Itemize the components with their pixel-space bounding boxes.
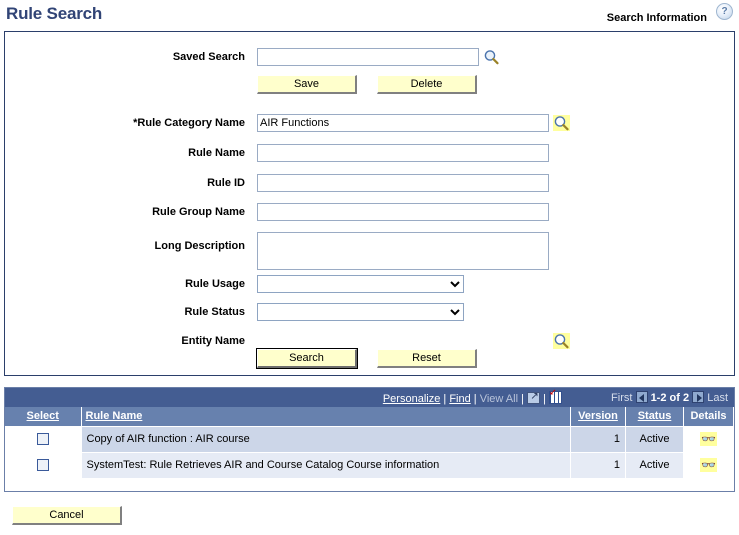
results-table: Select Rule Name Version Status Details … bbox=[5, 407, 734, 479]
page-header: Rule Search Search Information ? bbox=[0, 0, 739, 30]
saved-search-label: Saved Search bbox=[172, 51, 245, 63]
expand-icon[interactable] bbox=[527, 390, 541, 404]
rule-group-name-label: Rule Group Name bbox=[152, 206, 245, 218]
row-version-cell: 1 bbox=[570, 452, 626, 479]
entity-name-label: Entity Name bbox=[181, 335, 245, 347]
previous-page-icon[interactable] bbox=[635, 391, 648, 403]
last-page-label[interactable]: Last bbox=[707, 392, 728, 404]
rule-usage-select[interactable] bbox=[257, 275, 464, 293]
row-select-checkbox[interactable] bbox=[36, 433, 49, 446]
search-information-label: Search Information bbox=[606, 12, 707, 24]
entity-name-lookup-icon[interactable] bbox=[553, 333, 570, 349]
table-header-row: Select Rule Name Version Status Details bbox=[5, 407, 734, 427]
row-details-cell: 👓 bbox=[683, 452, 734, 479]
column-header-rule-name[interactable]: Rule Name bbox=[81, 407, 571, 427]
rule-category-name-input[interactable] bbox=[257, 114, 549, 132]
row-status-cell: Active bbox=[625, 452, 684, 479]
cancel-button[interactable]: Cancel bbox=[12, 506, 122, 525]
rule-name-input[interactable] bbox=[257, 144, 549, 162]
reset-button[interactable]: Reset bbox=[377, 349, 477, 368]
grid-pagination: First 1-2 of 2 Last bbox=[611, 391, 728, 404]
rule-category-name-lookup-icon[interactable] bbox=[553, 115, 570, 131]
nav-separator-1: | bbox=[440, 393, 450, 405]
delete-button[interactable]: Delete bbox=[377, 75, 477, 94]
row-select-checkbox[interactable] bbox=[36, 459, 49, 472]
table-row: SystemTest: Rule Retrieves AIR and Cours… bbox=[5, 452, 734, 479]
row-select-cell bbox=[5, 452, 82, 479]
download-grid-icon[interactable] bbox=[549, 391, 562, 404]
row-details-cell: 👓 bbox=[683, 426, 734, 453]
search-criteria-panel: Saved Search Save Delete *Rule Category … bbox=[4, 31, 735, 376]
search-button[interactable]: Search bbox=[256, 348, 358, 369]
long-description-label: Long Description bbox=[154, 240, 245, 252]
rule-status-label: Rule Status bbox=[184, 306, 245, 318]
help-icon[interactable]: ? bbox=[716, 3, 733, 20]
grid-nav-links: Personalize | Find | View All | | bbox=[383, 390, 562, 405]
next-page-icon[interactable] bbox=[692, 391, 705, 403]
rule-id-label: Rule ID bbox=[207, 177, 245, 189]
rule-status-select[interactable] bbox=[257, 303, 464, 321]
row-rule-name-cell: Copy of AIR function : AIR course bbox=[81, 426, 571, 453]
table-row: Copy of AIR function : AIR course 1 Acti… bbox=[5, 426, 734, 453]
rule-category-name-label: *Rule Category Name bbox=[133, 117, 245, 129]
nav-separator-3: | bbox=[518, 393, 528, 405]
column-header-status[interactable]: Status bbox=[625, 407, 684, 427]
saved-search-lookup-icon[interactable] bbox=[483, 49, 500, 65]
row-status-cell: Active bbox=[625, 426, 684, 453]
rule-group-name-input[interactable] bbox=[257, 203, 549, 221]
saved-search-input[interactable] bbox=[257, 48, 479, 66]
long-description-textarea[interactable] bbox=[257, 232, 549, 270]
nav-separator-4: | bbox=[540, 393, 549, 405]
row-version-cell: 1 bbox=[570, 426, 626, 453]
personalize-link[interactable]: Personalize bbox=[383, 393, 440, 405]
nav-separator-2: | bbox=[470, 393, 480, 405]
page-range-label: 1-2 of 2 bbox=[650, 392, 690, 404]
search-results-grid: Personalize | Find | View All | | First … bbox=[4, 387, 735, 492]
column-header-version[interactable]: Version bbox=[570, 407, 626, 427]
view-all-link[interactable]: View All bbox=[480, 393, 518, 405]
page-title: Rule Search bbox=[6, 4, 103, 23]
row-rule-name-cell: SystemTest: Rule Retrieves AIR and Cours… bbox=[81, 452, 571, 479]
view-details-icon[interactable]: 👓 bbox=[700, 458, 717, 472]
column-header-select[interactable]: Select bbox=[5, 407, 82, 427]
view-details-icon[interactable]: 👓 bbox=[700, 432, 717, 446]
column-header-details: Details bbox=[683, 407, 734, 427]
rule-name-label: Rule Name bbox=[188, 147, 245, 159]
rule-id-input[interactable] bbox=[257, 174, 549, 192]
rule-usage-label: Rule Usage bbox=[185, 278, 245, 290]
row-select-cell bbox=[5, 426, 82, 453]
save-button[interactable]: Save bbox=[257, 75, 357, 94]
grid-toolbar: Personalize | Find | View All | | First … bbox=[5, 388, 734, 407]
find-link[interactable]: Find bbox=[449, 393, 470, 405]
first-page-label[interactable]: First bbox=[611, 392, 632, 404]
